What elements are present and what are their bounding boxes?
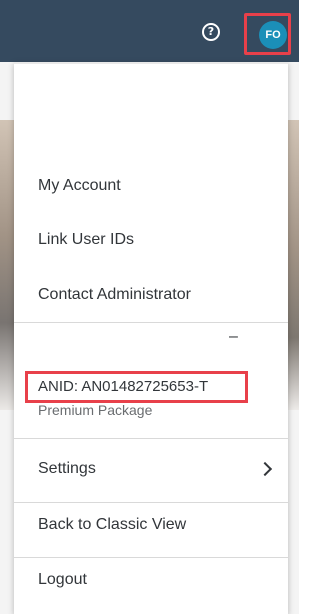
menu-divider [14, 502, 288, 503]
background-left-image [0, 120, 14, 410]
chevron-right-icon [257, 461, 273, 477]
collapse-minus-glyph: – [229, 328, 238, 345]
top-bar: ? FO [0, 0, 299, 62]
menu-divider [14, 557, 288, 558]
anid-label: ANID: AN01482725653-T [38, 378, 209, 395]
menu-item-settings[interactable]: Settings [38, 460, 96, 478]
menu-item-back-to-classic-view[interactable]: Back to Classic View [38, 516, 186, 534]
user-avatar-button[interactable]: FO [259, 21, 287, 49]
help-icon[interactable]: ? [202, 23, 220, 41]
menu-divider [14, 438, 288, 439]
user-menu-dropdown: My Account Link User IDs Contact Adminis… [14, 62, 288, 614]
menu-item-link-user-ids[interactable]: Link User IDs [38, 231, 134, 249]
menu-item-contact-administrator[interactable]: Contact Administrator [38, 286, 191, 304]
menu-divider [14, 322, 288, 323]
menu-item-my-account[interactable]: My Account [38, 177, 121, 195]
background-right-image [287, 120, 299, 410]
package-label: Premium Package [38, 402, 153, 418]
menu-item-logout[interactable]: Logout [38, 571, 87, 589]
